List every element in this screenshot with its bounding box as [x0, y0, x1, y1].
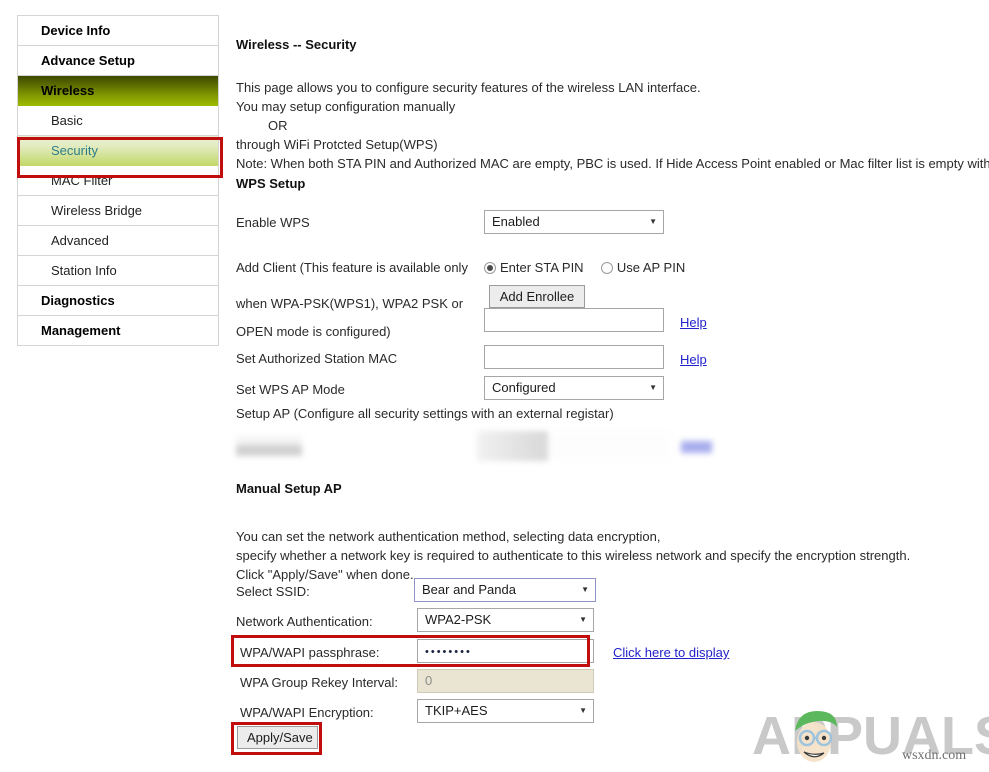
redacted-link[interactable]: [681, 441, 712, 453]
sidebar-item-label: Advance Setup: [41, 53, 135, 68]
sta-pin-input[interactable]: [484, 308, 664, 332]
main-content: Wireless -- Security This page allows yo…: [236, 0, 989, 769]
sidebar-item-label: Device Info: [41, 23, 110, 38]
redacted-input[interactable]: [477, 431, 671, 461]
authorized-station-mac-input[interactable]: [484, 345, 664, 369]
wpa-passphrase-label: WPA/WAPI passphrase:: [240, 645, 379, 660]
wpa-group-rekey-interval-label: WPA Group Rekey Interval:: [240, 675, 398, 690]
intro-line-3: OR: [236, 116, 989, 135]
watermark-domain-text: wsxdn.com: [902, 748, 966, 764]
intro-line-2: You may setup configuration manually: [236, 97, 989, 116]
page-title: Wireless -- Security: [236, 37, 357, 52]
sidebar-item-device-info[interactable]: Device Info: [18, 16, 218, 46]
manual-setup-ap-heading: Manual Setup AP: [236, 481, 342, 496]
setup-ap-note: Setup AP (Configure all security setting…: [236, 406, 614, 421]
network-authentication-dropdown[interactable]: WPA2-PSK: [417, 608, 594, 632]
wpa-group-rekey-interval-input: 0: [417, 669, 594, 693]
manual-desc-line-3: Click "Apply/Save" when done.: [236, 565, 976, 584]
sidebar-item-label: Diagnostics: [41, 293, 115, 308]
wps-ap-mode-label: Set WPS AP Mode: [236, 382, 345, 397]
sidebar-item-advanced[interactable]: Advanced: [18, 226, 218, 256]
sidebar-item-wireless-bridge[interactable]: Wireless Bridge: [18, 196, 218, 226]
select-ssid-dropdown[interactable]: Bear and Panda: [414, 578, 596, 602]
sidebar-item-basic[interactable]: Basic: [18, 106, 218, 136]
appuals-watermark: APPUALS wsxdn.com: [752, 698, 989, 769]
sidebar-item-security[interactable]: Security: [18, 136, 218, 166]
apply-save-button[interactable]: Apply/Save: [237, 726, 318, 749]
radio-enter-sta-pin[interactable]: Enter STA PIN: [484, 260, 584, 275]
sidebar-item-label: Station Info: [51, 263, 117, 278]
sidebar-item-management[interactable]: Management: [18, 316, 218, 346]
authorized-station-mac-label: Set Authorized Station MAC: [236, 351, 397, 366]
wpa-encryption-dropdown[interactable]: TKIP+AES: [417, 699, 594, 723]
radio-use-ap-pin[interactable]: Use AP PIN: [601, 260, 685, 275]
add-client-pin-mode-group: Enter STA PIN Use AP PIN: [484, 260, 685, 275]
wpa-passphrase-input[interactable]: ••••••••: [417, 639, 594, 663]
sidebar-item-station-info[interactable]: Station Info: [18, 256, 218, 286]
network-authentication-label: Network Authentication:: [236, 614, 373, 629]
intro-line-1: This page allows you to configure securi…: [236, 78, 989, 97]
sidebar-item-diagnostics[interactable]: Diagnostics: [18, 286, 218, 316]
wpa-encryption-label: WPA/WAPI Encryption:: [240, 705, 374, 720]
manual-desc-line-1: You can set the network authentication m…: [236, 527, 976, 546]
wps-setup-heading: WPS Setup: [236, 176, 305, 191]
sidebar-item-wireless[interactable]: Wireless: [18, 76, 218, 106]
sidebar-item-label: Security: [51, 143, 98, 158]
manual-setup-description: You can set the network authentication m…: [236, 527, 976, 584]
intro-line-4: through WiFi Protcted Setup(WPS): [236, 135, 989, 154]
intro-note: Note: When both STA PIN and Authorized M…: [236, 154, 989, 173]
sidebar-item-label: Basic: [51, 113, 83, 128]
intro-text: This page allows you to configure securi…: [236, 78, 989, 173]
add-client-label-line-2: when WPA-PSK(WPS1), WPA2 PSK or: [236, 296, 463, 311]
sidebar-item-label: MAC Filter: [51, 173, 112, 188]
sidebar-item-mac-filter[interactable]: MAC Filter: [18, 166, 218, 196]
wps-ap-mode-select[interactable]: Configured: [484, 376, 664, 400]
enable-wps-select[interactable]: Enabled: [484, 210, 664, 234]
sidebar-item-label: Advanced: [51, 233, 109, 248]
help-link-sta-pin[interactable]: Help: [680, 315, 707, 330]
select-ssid-label: Select SSID:: [236, 584, 310, 599]
enable-wps-label: Enable WPS: [236, 215, 310, 230]
sidebar-item-label: Management: [41, 323, 120, 338]
manual-desc-line-2: specify whether a network key is require…: [236, 546, 976, 565]
radio-enter-sta-pin-label: Enter STA PIN: [500, 260, 584, 275]
help-link-authorized-mac[interactable]: Help: [680, 352, 707, 367]
click-here-to-display-link[interactable]: Click here to display: [613, 645, 729, 660]
add-enrollee-button[interactable]: Add Enrollee: [489, 285, 585, 308]
redacted-label: [236, 436, 302, 456]
add-client-label-line-3: OPEN mode is configured): [236, 324, 391, 339]
sidebar-item-advance-setup[interactable]: Advance Setup: [18, 46, 218, 76]
radio-use-ap-pin-label: Use AP PIN: [617, 260, 685, 275]
radio-unselected-icon: [601, 262, 613, 274]
radio-selected-icon: [484, 262, 496, 274]
sidebar-item-label: Wireless Bridge: [51, 203, 142, 218]
sidebar-item-label: Wireless: [41, 83, 94, 98]
add-client-label-line-1: Add Client (This feature is available on…: [236, 260, 468, 275]
sidebar-navigation: Device Info Advance Setup Wireless Basic…: [17, 15, 219, 346]
